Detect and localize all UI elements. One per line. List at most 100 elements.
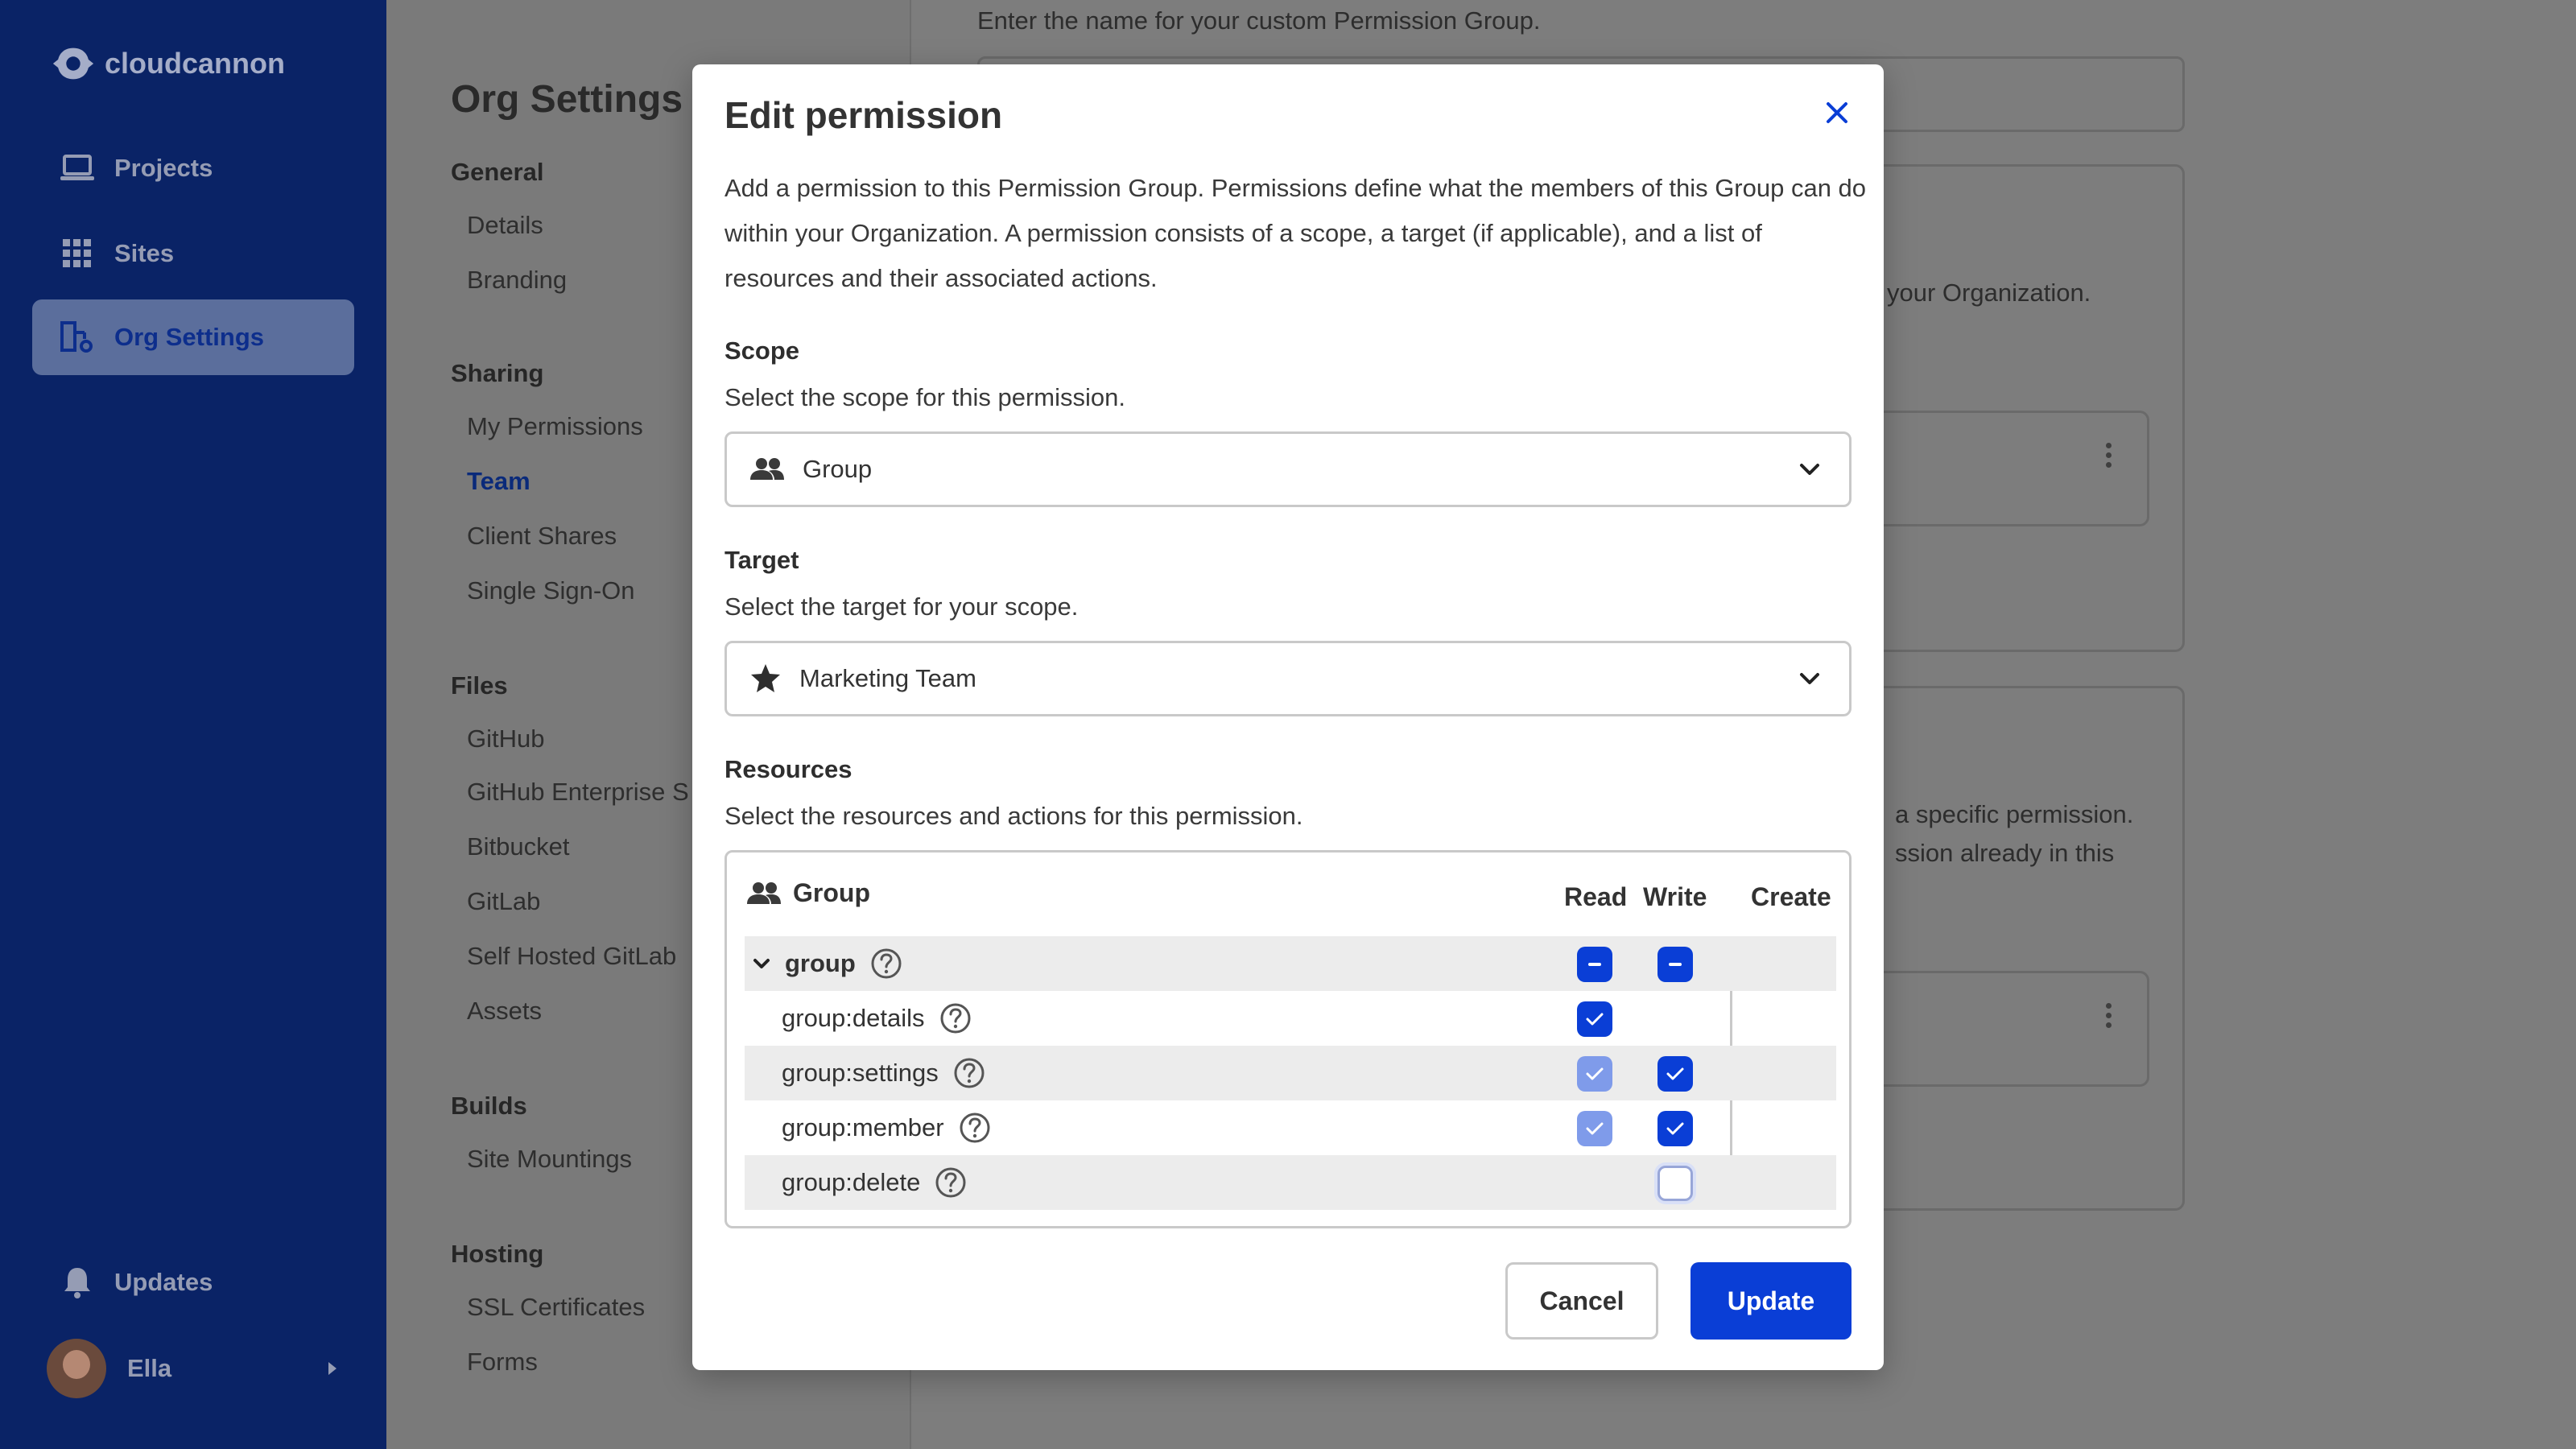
resource-name: group:details (782, 991, 972, 1046)
help-icon[interactable] (959, 1112, 991, 1144)
org-settings-icon (58, 318, 97, 357)
settings-item-assets[interactable]: Assets (467, 997, 542, 1026)
settings-item-my-permissions[interactable]: My Permissions (467, 412, 643, 441)
chevron-down-icon[interactable] (753, 958, 770, 969)
close-icon[interactable] (1819, 95, 1855, 130)
target-select[interactable]: Marketing Team (724, 641, 1852, 716)
resources-label: Resources (724, 755, 852, 783)
settings-item-bitbucket[interactable]: Bitbucket (467, 832, 570, 861)
scope-label: Scope (724, 336, 800, 365)
nav-sites[interactable]: Sites (32, 216, 354, 291)
section-sharing: Sharing (451, 359, 544, 387)
target-label: Target (724, 546, 799, 574)
resource-name: group:delete (782, 1155, 967, 1210)
settings-item-branding[interactable]: Branding (467, 266, 567, 295)
resources-table-header: Group Read Write Create (727, 852, 1849, 936)
section-files: Files (451, 671, 508, 700)
nav-projects[interactable]: Projects (32, 130, 354, 206)
resource-row-group: group (745, 936, 1836, 991)
target-help: Select the target for your scope. (724, 592, 1079, 621)
kebab-menu-icon[interactable] (2106, 443, 2112, 468)
settings-item-client-shares[interactable]: Client Shares (467, 522, 617, 551)
resource-label: group:details (782, 1004, 925, 1032)
settings-item-team[interactable]: Team (467, 467, 530, 496)
background-text: ssion already in this (1895, 839, 2115, 867)
target-value: Marketing Team (799, 664, 976, 692)
people-icon (746, 881, 782, 906)
laptop-icon (58, 149, 97, 188)
resource-name: group:settings (782, 1046, 985, 1100)
settings-title: Org Settings (451, 78, 683, 121)
edit-permission-modal: Edit permission Add a permission to this… (692, 64, 1884, 1370)
resource-label: group:member (782, 1113, 944, 1141)
people-icon (749, 457, 785, 481)
section-hosting: Hosting (451, 1240, 544, 1268)
resource-row-group-settings: group:settings (745, 1046, 1836, 1100)
resources-help: Select the resources and actions for thi… (724, 802, 1303, 830)
checkbox-read-checked[interactable] (1577, 1001, 1612, 1037)
cancel-button[interactable]: Cancel (1505, 1262, 1658, 1340)
settings-item-forms[interactable]: Forms (467, 1348, 538, 1377)
nav-updates[interactable]: Updates (32, 1245, 354, 1320)
resource-label: group (785, 949, 856, 977)
logo-text: cloudcannon (105, 47, 285, 80)
background-text: your Organization. (1887, 279, 2091, 307)
kebab-menu-icon[interactable] (2106, 1003, 2112, 1028)
checkbox-read-implied[interactable] (1577, 1111, 1612, 1146)
help-icon[interactable] (953, 1057, 985, 1089)
settings-item-site-mountings[interactable]: Site Mountings (467, 1145, 632, 1174)
checkbox-read-indeterminate[interactable] (1577, 947, 1612, 982)
background-text: a specific permission. (1895, 800, 2134, 828)
settings-item-gitlab[interactable]: GitLab (467, 887, 540, 916)
settings-item-self-hosted-gitlab[interactable]: Self Hosted GitLab (467, 942, 676, 971)
settings-item-sso[interactable]: Single Sign-On (467, 576, 635, 605)
app-sidebar: cloudcannon Projects Sites Org Settings (0, 0, 386, 1449)
update-button[interactable]: Update (1690, 1262, 1852, 1340)
settings-item-ssl[interactable]: SSL Certificates (467, 1293, 645, 1322)
settings-item-details[interactable]: Details (467, 211, 543, 240)
resource-name: group:member (782, 1100, 991, 1155)
column-create: Create (1751, 882, 1831, 911)
scope-value: Group (803, 455, 873, 483)
user-menu[interactable]: Ella (47, 1338, 336, 1399)
settings-item-github-enterprise[interactable]: GitHub Enterprise S (467, 778, 689, 807)
nav-sites-label: Sites (114, 239, 175, 267)
checkbox-write-indeterminate[interactable] (1657, 947, 1693, 982)
resource-row-group-member: group:member (745, 1100, 1836, 1155)
checkbox-write-checked[interactable] (1657, 1111, 1693, 1146)
settings-item-github[interactable]: GitHub (467, 724, 544, 753)
resources-group-heading: Group (746, 878, 870, 908)
help-icon[interactable] (935, 1166, 967, 1199)
checkbox-write-unchecked[interactable] (1657, 1166, 1693, 1201)
resource-row-group-delete: group:delete (745, 1155, 1836, 1210)
chevron-down-icon (1799, 672, 1820, 685)
resources-table: Group Read Write Create group group:deta… (724, 850, 1852, 1228)
group-name-hint: Enter the name for your custom Permissio… (977, 6, 1541, 35)
cloudcannon-logo-icon (52, 47, 94, 80)
modal-title: Edit permission (724, 94, 1003, 136)
nav-updates-label: Updates (114, 1268, 213, 1296)
scope-help: Select the scope for this permission. (724, 383, 1125, 411)
caret-right-icon (328, 1362, 336, 1375)
help-icon[interactable] (939, 1002, 972, 1034)
avatar (47, 1339, 106, 1398)
resource-name: group (753, 936, 902, 991)
section-builds: Builds (451, 1092, 527, 1120)
scope-select[interactable]: Group (724, 431, 1852, 507)
bell-icon (58, 1263, 97, 1302)
resource-row-group-details: group:details (745, 991, 1836, 1046)
resources-group-label: Group (793, 878, 870, 907)
column-read: Read (1564, 882, 1628, 911)
checkbox-write-checked[interactable] (1657, 1056, 1693, 1092)
help-icon[interactable] (870, 947, 902, 980)
resource-label: group:delete (782, 1168, 921, 1196)
user-name: Ella (127, 1354, 172, 1382)
logo[interactable]: cloudcannon (50, 40, 285, 87)
nav-org-settings[interactable]: Org Settings (32, 299, 354, 375)
grid-icon (58, 234, 97, 273)
chevron-down-icon (1799, 463, 1820, 476)
column-write: Write (1643, 882, 1707, 911)
modal-description: Add a permission to this Permission Grou… (724, 174, 1867, 292)
checkbox-read-implied[interactable] (1577, 1056, 1612, 1092)
resource-label: group:settings (782, 1059, 939, 1087)
